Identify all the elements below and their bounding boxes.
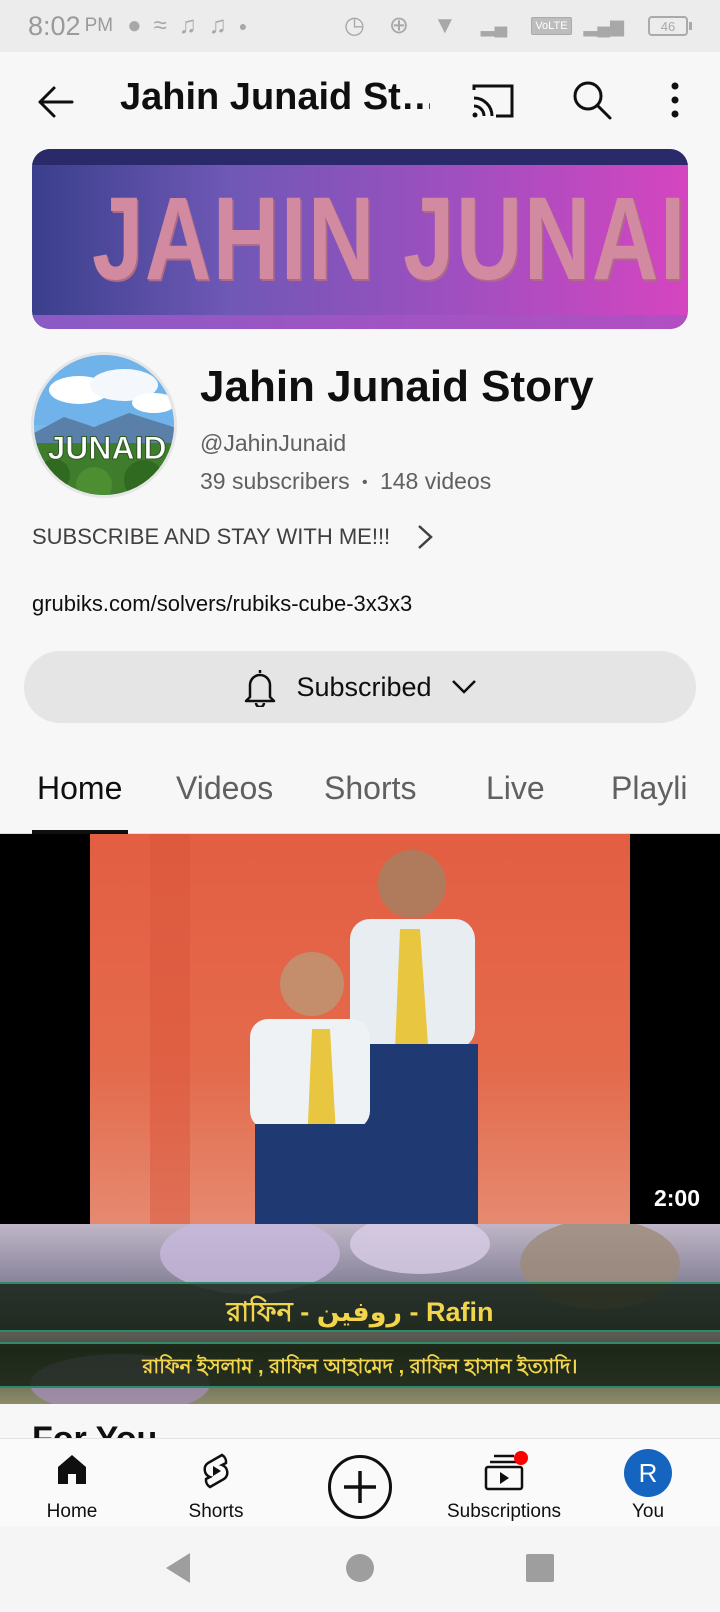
tab-videos[interactable]: Videos — [176, 770, 273, 807]
chat-icon: ● — [127, 12, 142, 39]
subscribed-label: Subscribed — [296, 671, 432, 702]
channel-name: Jahin Junaid Story — [200, 362, 594, 411]
thumbnail-title: রাফিন - روفين - Rafin — [226, 1297, 494, 1327]
chevron-right-icon — [418, 525, 434, 549]
video-thumbnail — [90, 834, 630, 1224]
system-home-icon[interactable] — [344, 1552, 376, 1584]
section-title: For You — [32, 1420, 158, 1440]
status-ampm: PM — [84, 15, 114, 36]
avatar-text: JUNAID — [47, 430, 166, 466]
home-icon — [58, 1455, 86, 1484]
wifi-icon: ▼ — [432, 12, 457, 39]
create-icon — [344, 1471, 376, 1503]
video-duration: 2:00 — [653, 1185, 700, 1211]
back-arrow-icon[interactable] — [34, 80, 78, 124]
chevron-down-icon — [451, 680, 476, 694]
banner-text: JAHIN JUNAID — [92, 173, 688, 305]
create-button[interactable] — [328, 1455, 392, 1519]
app-bar: Jahin Junaid St… — [0, 52, 720, 148]
nav-home[interactable]: Home — [0, 1439, 144, 1527]
cast-icon[interactable] — [470, 80, 516, 122]
featured-video[interactable]: 2:00 — [0, 834, 720, 1224]
avatar-image: JUNAID — [34, 355, 174, 495]
channel-handle: @JahinJunaid — [200, 430, 347, 456]
signal-icon: ▂▄ — [480, 16, 508, 36]
nav-subscriptions-label: Subscriptions — [446, 1501, 562, 1522]
you-avatar: R — [624, 1449, 672, 1497]
nav-you[interactable]: R You — [576, 1439, 720, 1527]
subscriber-count: 39 subscribers — [200, 468, 350, 494]
status-time: 8:02 — [28, 10, 81, 41]
system-nav-bar — [0, 1526, 720, 1612]
video-count: 148 videos — [379, 468, 492, 494]
channel-description[interactable]: SUBSCRIBE AND STAY WITH ME!!! — [32, 523, 434, 551]
wifi-call-icon: ≈ — [153, 12, 167, 39]
tiktok-icon: ♫ — [178, 12, 197, 39]
tab-shorts[interactable]: Shorts — [324, 770, 416, 807]
status-bar: 8:02 PM ● ≈ ♫ ♫ ● ◷ ⊕ ▼ ▂▄ VoLTE ▂▄▆ 46 — [0, 0, 720, 52]
channel-stats: 39 subscribers • 148 videos — [200, 468, 491, 495]
nav-home-label: Home — [46, 1501, 98, 1522]
stats-separator: • — [361, 473, 368, 491]
tab-live[interactable]: Live — [486, 770, 545, 807]
tab-playlists[interactable]: Playli — [611, 770, 687, 807]
notification-dot — [514, 1451, 528, 1465]
system-recents-icon[interactable] — [524, 1552, 556, 1584]
tab-home[interactable]: Home — [37, 770, 122, 807]
video-thumbnail-2[interactable]: রাফিন - روفين - Rafin রাফিন ইসলাম , রাফি… — [0, 1224, 720, 1404]
avatar: R — [624, 1449, 672, 1497]
volte-badge: VoLTE — [531, 17, 572, 35]
search-icon[interactable] — [570, 78, 614, 122]
tiktok-icon-2: ♫ — [208, 12, 227, 39]
shorts-icon — [203, 1453, 229, 1489]
channel-link[interactable]: grubiks.com/solvers/rubiks-cube-3x3x3 — [32, 591, 412, 617]
nav-you-label: You — [631, 1501, 665, 1522]
bottom-nav: Home Shorts Subscriptions R You — [0, 1438, 720, 1526]
nav-shorts[interactable]: Shorts — [144, 1439, 288, 1527]
more-notifications-icon: ● — [238, 18, 248, 34]
description-text: SUBSCRIBE AND STAY WITH ME!!! — [32, 524, 391, 549]
data-saver-icon: ⊕ — [388, 12, 409, 39]
page-title: Jahin Junaid St… — [120, 76, 430, 118]
nav-subscriptions[interactable]: Subscriptions — [432, 1439, 576, 1527]
channel-avatar[interactable]: JUNAID — [31, 352, 177, 498]
thumbnail-subtitle: রাফিন ইসলাম , রাফিন আহামেদ , রাফিন হাসান… — [142, 1356, 578, 1378]
signal-icon-2: ▂▄▆ — [583, 16, 624, 36]
more-vert-icon[interactable] — [660, 78, 690, 122]
subscribed-button[interactable]: Subscribed — [24, 651, 696, 723]
nav-shorts-label: Shorts — [188, 1501, 244, 1522]
battery-icon: 46 — [648, 16, 692, 36]
bell-icon — [245, 670, 276, 707]
system-back-icon[interactable] — [162, 1550, 194, 1586]
channel-tabs: Home Videos Shorts Live Playli — [0, 740, 720, 834]
channel-banner: JAHIN JUNAID — [32, 149, 688, 329]
alarm-icon: ◷ — [343, 12, 365, 39]
battery-level: 46 — [648, 16, 688, 36]
